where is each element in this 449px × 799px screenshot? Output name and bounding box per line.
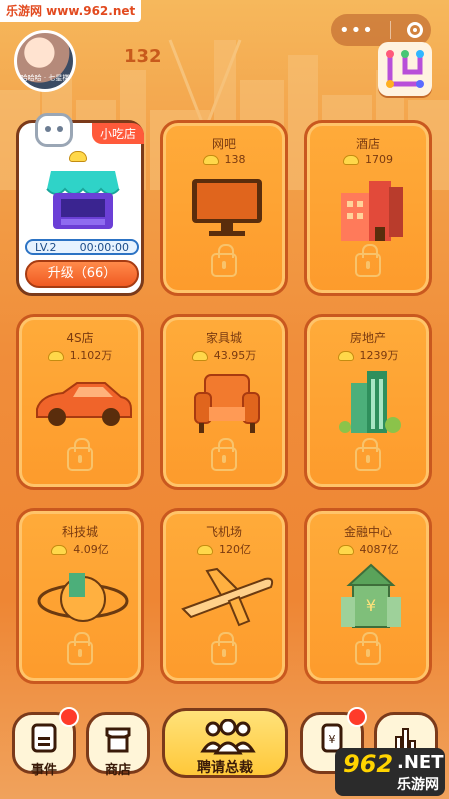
shop-card-4s-store[interactable]: 4S店 1.102万 [16, 314, 144, 490]
shop-price: 1239万 [307, 347, 429, 363]
store-icon [105, 727, 131, 753]
gold-ingot-icon [337, 351, 354, 361]
events-button[interactable]: 事件 [12, 707, 79, 778]
shop-card-finance-center[interactable]: 金融中心 4087亿 ¥ [304, 508, 432, 684]
shop-name: 网吧 [211, 137, 236, 151]
site-logo-watermark: 962 .NET 乐游网 [335, 748, 445, 796]
shop-card-real-estate[interactable]: 房地产 1239万 [304, 314, 432, 490]
document-icon [31, 723, 57, 753]
avatar[interactable]: 哈哈哈 · 七星楼 [14, 30, 76, 92]
gold-ingot-icon [51, 545, 68, 555]
shop-price: 1.102万 [19, 347, 141, 363]
shop-name: 金融中心 [343, 525, 392, 539]
capsule-divider [389, 21, 391, 39]
gold-ingot-icon [202, 155, 219, 165]
hire-ceo-label: 聘请总裁 [197, 760, 253, 776]
shop-name: 家具城 [205, 331, 242, 345]
shop-name-tag: 小吃店 [91, 123, 144, 144]
logo-site-name: 乐游网 [397, 777, 439, 793]
lock-icon [355, 438, 381, 471]
planet-icon [37, 573, 129, 622]
close-target-icon[interactable] [406, 22, 423, 38]
shop-name: 酒店 [355, 137, 380, 151]
timer-label: 00:00:00 [79, 240, 129, 254]
gold-ingot-icon [337, 545, 354, 555]
shop-name: 科技城 [61, 525, 98, 539]
shop-card-snack[interactable]: 小吃店 LV.2 00:00:00 升级（66） [16, 113, 144, 296]
gold-ingot-icon [69, 151, 87, 162]
lock-icon [211, 244, 237, 277]
level-label: LV.2 [35, 240, 57, 254]
gold-ingot-icon [191, 351, 208, 361]
building-icon [339, 371, 401, 433]
airplane-icon [181, 567, 274, 627]
car-icon [36, 382, 132, 426]
lock-icon [211, 438, 237, 471]
level-progress-bar: LV.2 00:00:00 [25, 239, 139, 255]
site-watermark: 乐游网 www.962.net [0, 0, 142, 22]
lock-icon [67, 632, 93, 665]
lock-icon [355, 632, 381, 665]
gold-ingot-icon [47, 351, 64, 361]
more-icon[interactable]: ••• [339, 20, 374, 41]
shop-card-hotel[interactable]: 酒店 1709 [304, 120, 432, 296]
shop-price: 43.95万 [163, 347, 285, 363]
shop-card-internet-cafe[interactable]: 网吧 138 [160, 120, 288, 296]
puzzle-game-button[interactable] [378, 42, 432, 96]
events-label: 事件 [30, 763, 57, 778]
logo-number: 962 [343, 750, 394, 778]
robot-manager-icon [35, 113, 73, 147]
storefront-icon [46, 171, 120, 229]
shop-price: 4.09亿 [19, 541, 141, 557]
hire-ceo-button[interactable]: 聘请总裁 [162, 708, 288, 778]
shop-card-airport[interactable]: 飞机场 120亿 [160, 508, 288, 684]
shop-price: 120亿 [163, 541, 285, 557]
armchair-icon [194, 374, 260, 433]
lock-icon [67, 438, 93, 471]
shop-price: 1709 [307, 153, 429, 166]
monitor-icon [192, 179, 262, 236]
lock-icon [211, 632, 237, 665]
shop-name: 4S店 [66, 331, 94, 345]
notification-dot [59, 707, 79, 727]
shop-name: 房地产 [349, 331, 386, 345]
puzzle-icon [386, 50, 424, 88]
coin-count: 132 [124, 46, 162, 67]
shop-card-furniture[interactable]: 家具城 43.95万 [160, 314, 288, 490]
svg-text:¥: ¥ [366, 596, 376, 615]
shop-name: 飞机场 [205, 525, 242, 539]
upgrade-button[interactable]: 升级（66） [25, 260, 139, 288]
lock-icon [355, 244, 381, 277]
shop-price: 4087亿 [307, 541, 429, 557]
avatar-caption: 哈哈哈 · 七星楼 [20, 74, 70, 82]
store-label: 商店 [104, 763, 131, 778]
people-icon [200, 719, 256, 755]
store-button[interactable]: 商店 [86, 712, 150, 778]
hotel-icon [341, 181, 403, 241]
shop-price: 138 [163, 153, 285, 166]
gold-ingot-icon [197, 545, 213, 555]
svg-text:¥: ¥ [329, 733, 336, 746]
logo-net: .NET [397, 752, 444, 773]
finance-icon: ¥ [341, 563, 401, 628]
shop-card-tech-city[interactable]: 科技城 4.09亿 [16, 508, 144, 684]
notification-dot [347, 707, 367, 727]
gold-ingot-icon [343, 155, 359, 165]
